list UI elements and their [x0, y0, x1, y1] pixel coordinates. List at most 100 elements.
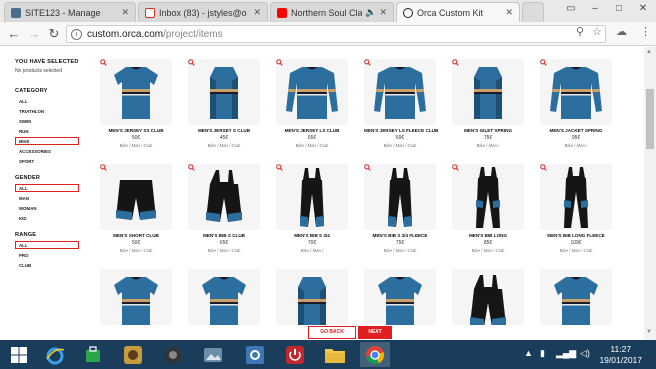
- settings-icon[interactable]: [240, 342, 270, 367]
- gender-item-all[interactable]: ALL: [15, 184, 79, 192]
- product-card[interactable]: MEN'S JERSEY S CLUB 45€ Bike / Man / Club: [188, 59, 260, 148]
- zoom-icon[interactable]: [364, 59, 371, 66]
- zoom-icon[interactable]: [188, 164, 195, 171]
- zoom-icon[interactable]: [276, 164, 283, 171]
- back-icon[interactable]: ←: [6, 26, 22, 42]
- category-item-bike[interactable]: BIKE: [15, 137, 79, 145]
- scroll-thumb[interactable]: [646, 89, 654, 149]
- range-item-club[interactable]: CLUB: [15, 261, 79, 269]
- scroll-up-icon[interactable]: ▲: [646, 49, 652, 55]
- category-item-sport[interactable]: SPORT: [15, 157, 79, 165]
- product-image[interactable]: [276, 164, 348, 230]
- forward-icon[interactable]: →: [26, 26, 42, 42]
- gender-item-kid[interactable]: KID: [15, 214, 79, 222]
- clock[interactable]: 11:27 19/01/2017: [599, 344, 642, 366]
- zoom-icon[interactable]: [540, 59, 547, 66]
- zoom-icon[interactable]: [452, 59, 459, 66]
- reload-icon[interactable]: ↻: [46, 26, 62, 42]
- product-image[interactable]: [364, 164, 436, 230]
- zoom-icon[interactable]: [364, 164, 371, 171]
- zoom-icon[interactable]: [100, 59, 107, 66]
- product-image[interactable]: [188, 164, 260, 230]
- tab-orca[interactable]: Orca Custom Kit ✕: [396, 2, 520, 22]
- zoom-icon[interactable]: [540, 164, 547, 171]
- page-scrollbar[interactable]: ▲ ▼: [644, 47, 656, 340]
- product-card[interactable]: MEN'S JERSEY LS FLEECE CLUB 69€ Bike / Man…: [364, 59, 438, 148]
- go-back-button[interactable]: GO BACK: [308, 326, 356, 339]
- search-icon[interactable]: ⚲: [576, 25, 584, 38]
- scroll-down-icon[interactable]: ▼: [646, 329, 652, 335]
- address-bar[interactable]: i custom.orca.com/project/items: [66, 25, 606, 43]
- gender-item-man[interactable]: MAN: [15, 194, 79, 202]
- power-icon[interactable]: [280, 342, 310, 367]
- product-image[interactable]: [452, 164, 524, 230]
- store-icon[interactable]: [78, 342, 108, 367]
- gender-item-woman[interactable]: WOMAN: [15, 204, 79, 212]
- info-icon[interactable]: i: [71, 28, 82, 40]
- product-card[interactable]: MEN'S JERSEY SS CLUB 50€ Bike / Man / Club: [100, 59, 172, 148]
- photos-icon[interactable]: [198, 342, 228, 367]
- menu-icon[interactable]: ⋮: [640, 25, 651, 38]
- product-image[interactable]: [100, 59, 172, 125]
- close-icon[interactable]: ✕: [121, 7, 129, 18]
- minimize-icon[interactable]: –: [584, 0, 606, 18]
- category-item-accessories[interactable]: ACCESSORIES: [15, 147, 79, 155]
- product-price: 75€: [483, 135, 493, 141]
- product-image[interactable]: [540, 164, 612, 230]
- network-icon[interactable]: ▂▄▆: [556, 348, 576, 359]
- window-close-icon[interactable]: ✕: [632, 0, 654, 18]
- product-card[interactable]: MEN'S GILET SPRING 75€ Bike / Man /: [452, 59, 524, 148]
- product-name: MEN'S BIB LONG: [468, 233, 508, 238]
- range-item-pro[interactable]: PRO: [15, 251, 79, 259]
- start-icon[interactable]: [4, 342, 34, 367]
- profile-icon[interactable]: ▭: [560, 0, 582, 18]
- folder-icon[interactable]: [320, 342, 350, 367]
- product-card[interactable]: MEN'S BIB LONG 85€ Bike / Man / Club: [452, 164, 524, 253]
- product-card[interactable]: MEN'S BIB S 3/4 FLEECE 75€ Bike / Man / Cl…: [364, 164, 436, 253]
- product-card[interactable]: MEN'S JACKET SPRING 95€ Bike / Man /: [540, 59, 612, 148]
- ie-icon[interactable]: [40, 342, 70, 367]
- category-item-run[interactable]: RUN: [15, 127, 79, 135]
- product-price: 70€: [307, 240, 317, 246]
- close-icon[interactable]: ✕: [253, 7, 261, 18]
- chrome-icon[interactable]: [360, 342, 390, 367]
- product-card[interactable]: MEN'S BIB LONG FLEECE 109€ Bike / Man / Cl…: [540, 164, 612, 253]
- maximize-icon[interactable]: □: [608, 0, 630, 18]
- app-icon[interactable]: [118, 342, 148, 367]
- product-image[interactable]: [540, 59, 612, 125]
- product-category: Bike / Man / Club: [383, 143, 417, 148]
- zoom-icon[interactable]: [100, 164, 107, 171]
- product-image[interactable]: [364, 59, 436, 125]
- volume-icon[interactable]: ◁): [580, 348, 590, 359]
- range-list: ALL PRO CLUB: [15, 241, 85, 269]
- product-card[interactable]: MEN'S BIB S 3/4 70€ Bike / Man /: [276, 164, 348, 253]
- product-category: Bike / Man /: [476, 143, 500, 148]
- product-card[interactable]: MEN'S BIB S CLUB 65€ Bike / Man / Club: [188, 164, 260, 253]
- category-item-triathlon[interactable]: TRIATHLON: [15, 107, 79, 115]
- zoom-icon[interactable]: [452, 164, 459, 171]
- product-image[interactable]: [276, 59, 348, 125]
- product-card[interactable]: MEN'S JERSEY LS CLUB 65€ Bike / Man / Club: [276, 59, 348, 148]
- extension-icon[interactable]: ☁: [616, 25, 627, 38]
- category-item-all[interactable]: ALL: [15, 97, 79, 105]
- tab-gmail[interactable]: Inbox (83) - jstyles@o ✕: [138, 2, 268, 22]
- category-item-swim[interactable]: SWIM: [15, 117, 79, 125]
- zoom-icon[interactable]: [188, 59, 195, 66]
- product-image[interactable]: [188, 59, 260, 125]
- product-card[interactable]: MEN'S SHORT CLUB 50€ Bike / Man / Club: [100, 164, 172, 253]
- tab-site123[interactable]: SITE123 - Manage ✕: [4, 2, 136, 22]
- close-icon[interactable]: ✕: [505, 7, 513, 18]
- product-image[interactable]: [100, 164, 172, 230]
- media-icon[interactable]: [158, 342, 188, 367]
- tab-youtube[interactable]: Northern Soul Clas 🔈 ✕: [270, 2, 394, 22]
- battery-icon[interactable]: ▮: [540, 348, 545, 359]
- tray-up-icon[interactable]: ▲: [524, 348, 533, 358]
- next-button[interactable]: NEXT: [358, 326, 392, 339]
- speaker-icon[interactable]: 🔈: [365, 7, 376, 18]
- new-tab-button[interactable]: [522, 2, 544, 22]
- range-item-all[interactable]: ALL: [15, 241, 79, 249]
- bookmark-star-icon[interactable]: ☆: [592, 25, 602, 38]
- close-icon[interactable]: ✕: [379, 7, 387, 18]
- zoom-icon[interactable]: [276, 59, 283, 66]
- product-image[interactable]: [452, 59, 524, 125]
